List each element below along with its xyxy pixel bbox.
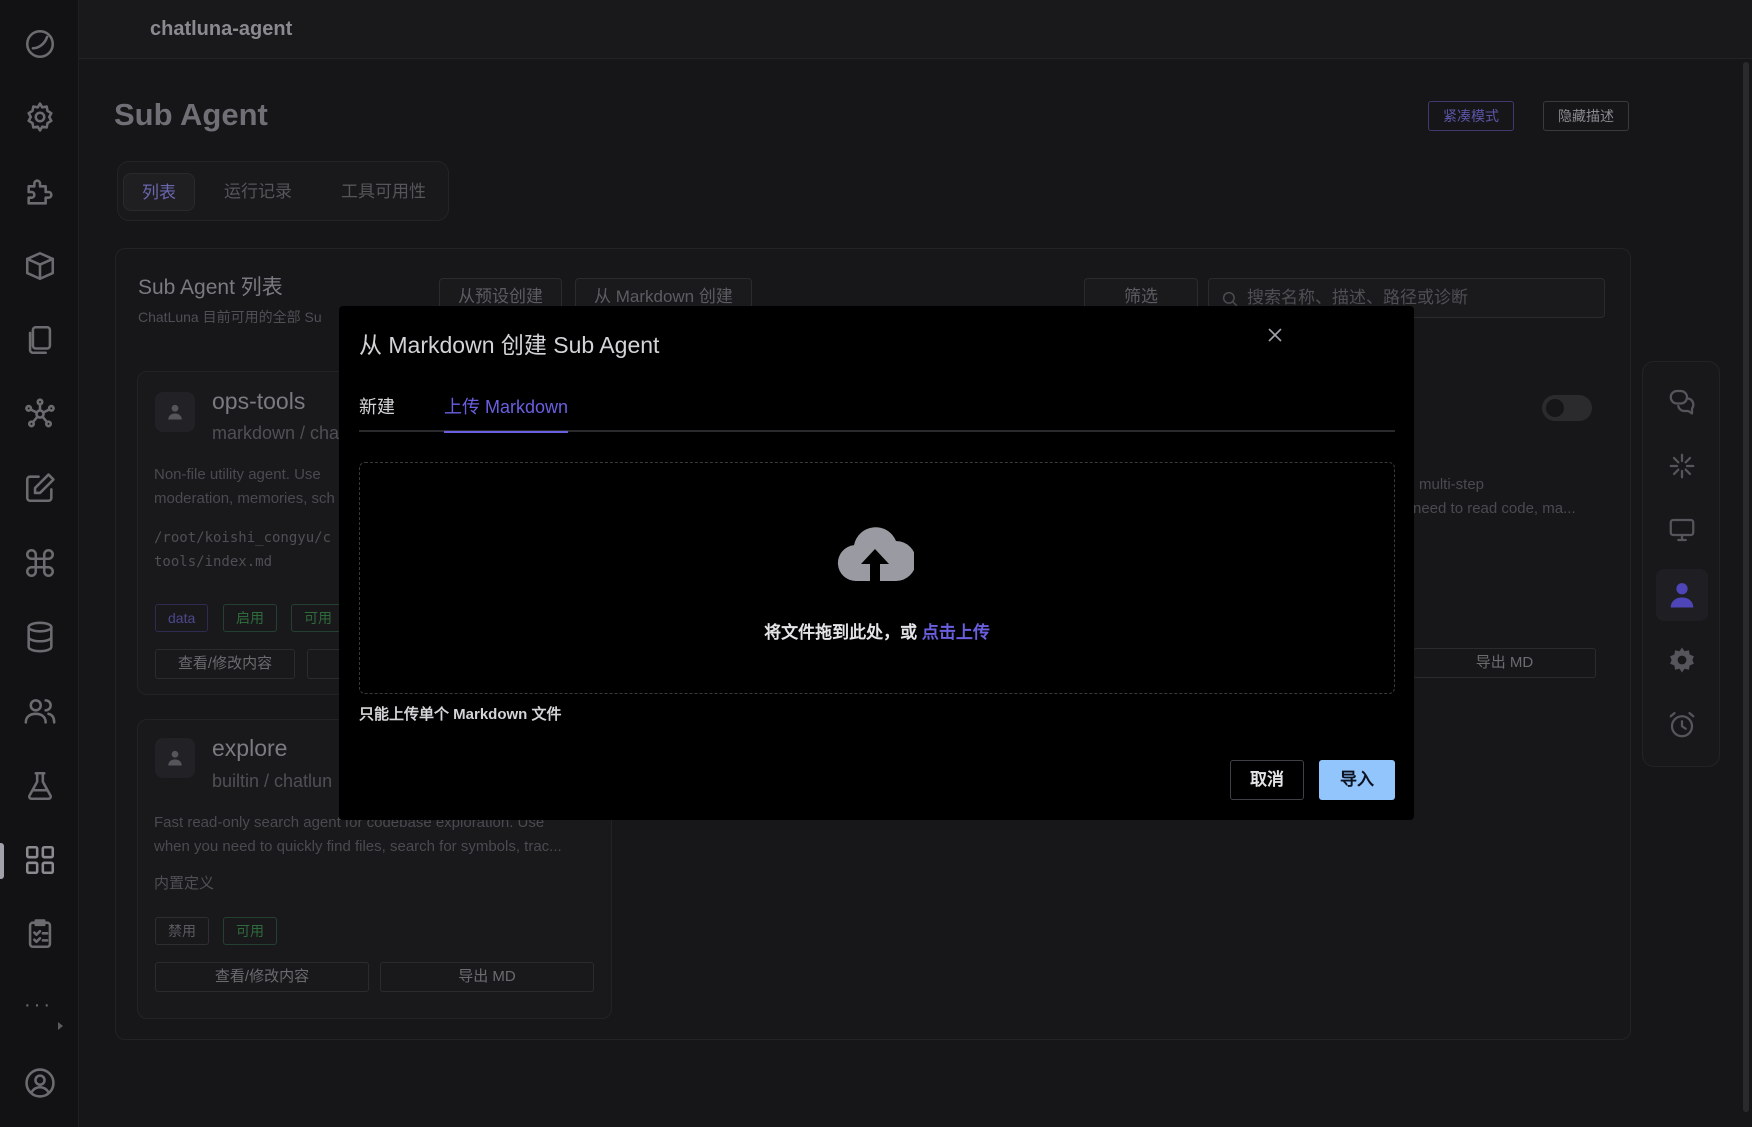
- agent-avatar-icon: [155, 738, 195, 778]
- dialog-tabs: 新建 上传 Markdown: [359, 390, 1395, 433]
- users-icon[interactable]: [20, 691, 60, 731]
- agent-description-line: when you need to quickly find files, sea…: [154, 838, 562, 855]
- top-bar: chatluna-agent: [79, 0, 1752, 59]
- database-icon[interactable]: [20, 617, 60, 657]
- panel-subtitle: ChatLuna 目前可用的全部 Su: [138, 309, 322, 325]
- tab-tool-availability[interactable]: 工具可用性: [341, 173, 426, 211]
- agent-description-line: need to read code, ma...: [1413, 500, 1576, 517]
- cancel-button[interactable]: 取消: [1230, 760, 1304, 800]
- cloud-upload-icon: [837, 527, 914, 582]
- flask-icon[interactable]: [20, 766, 60, 806]
- badge-available: 可用: [223, 917, 277, 945]
- account-icon[interactable]: [20, 1063, 60, 1103]
- puzzle-icon[interactable]: [20, 172, 60, 212]
- agent-meta: markdown / cha: [212, 423, 340, 443]
- agent-person-icon[interactable]: [1656, 569, 1708, 621]
- agent-path-line: /root/koishi_congyu/c: [154, 530, 332, 546]
- compact-mode-button[interactable]: 紧凑模式: [1428, 101, 1514, 131]
- tab-run-history[interactable]: 运行记录: [224, 173, 292, 211]
- dropzone-text: 将文件拖到此处，或 点击上传: [360, 618, 1394, 643]
- chat-bubbles-icon[interactable]: [1667, 386, 1697, 416]
- settings-icon[interactable]: [1667, 645, 1697, 675]
- badge-available: 可用: [291, 604, 345, 632]
- export-md-button[interactable]: 导出 MD: [1413, 648, 1596, 678]
- panel-title: Sub Agent 列表: [138, 276, 283, 299]
- dialog-title: 从 Markdown 创建 Sub Agent: [359, 332, 660, 358]
- view-edit-content-button[interactable]: 查看/修改内容: [155, 962, 369, 992]
- box-icon[interactable]: [20, 246, 60, 286]
- upload-dropzone[interactable]: 将文件拖到此处，或 点击上传: [359, 462, 1395, 694]
- upload-tip: 只能上传单个 Markdown 文件: [359, 706, 562, 723]
- builtin-label: 内置定义: [154, 875, 215, 892]
- page-tabs: 列表 运行记录 工具可用性: [117, 161, 449, 221]
- agent-path-line: tools/index.md: [154, 554, 273, 570]
- active-indicator: [0, 843, 4, 879]
- badge-enabled: 启用: [223, 604, 277, 632]
- import-button[interactable]: 导入: [1319, 760, 1395, 800]
- agent-meta: builtin / chatlun: [212, 771, 333, 791]
- left-rail: ···: [0, 0, 79, 1127]
- logo-icon[interactable]: [20, 24, 60, 64]
- expand-rail-icon[interactable]: [58, 1022, 63, 1030]
- page-title: Sub Agent: [114, 97, 268, 132]
- command-icon[interactable]: [20, 543, 60, 583]
- close-icon[interactable]: [1264, 324, 1286, 346]
- edit-icon[interactable]: [20, 468, 60, 508]
- agent-path: /root/koishi_congyu/c tools/index.md: [154, 526, 331, 574]
- export-md-button[interactable]: 导出 MD: [380, 962, 594, 992]
- app-title: chatluna-agent: [150, 18, 293, 40]
- agent-name: explore: [212, 735, 288, 761]
- gear-icon[interactable]: [20, 97, 60, 137]
- right-toolbar: [1642, 361, 1720, 767]
- documents-icon[interactable]: [20, 320, 60, 360]
- badge-disabled: 禁用: [155, 917, 209, 945]
- page-scrollbar[interactable]: [1743, 62, 1749, 1112]
- alarm-clock-icon[interactable]: [1667, 710, 1697, 740]
- markdown-create-dialog: 从 Markdown 创建 Sub Agent 新建 上传 Markdown 将…: [339, 306, 1414, 820]
- more-icon[interactable]: ···: [24, 994, 53, 1017]
- agent-avatar-icon: [155, 392, 195, 432]
- loading-sparkle-icon[interactable]: [1667, 451, 1697, 481]
- badge-data: data: [155, 604, 209, 632]
- agent-description-line: multi-step: [1419, 476, 1485, 493]
- hide-description-button[interactable]: 隐藏描述: [1543, 101, 1629, 131]
- dropzone-hint: 将文件拖到此处，或: [764, 623, 922, 642]
- grid-apps-icon[interactable]: [20, 840, 60, 880]
- tab-list[interactable]: 列表: [123, 173, 195, 211]
- view-edit-content-button[interactable]: 查看/修改内容: [155, 649, 295, 679]
- monitor-icon[interactable]: [1667, 515, 1697, 545]
- tab-upload-markdown[interactable]: 上传 Markdown: [444, 390, 569, 433]
- click-upload-link[interactable]: 点击上传: [922, 623, 990, 642]
- tab-new[interactable]: 新建: [359, 390, 395, 432]
- clipboard-icon[interactable]: [20, 914, 60, 954]
- agent-name: ops-tools: [212, 388, 306, 414]
- enable-toggle[interactable]: [1542, 395, 1592, 421]
- network-icon[interactable]: [20, 394, 60, 434]
